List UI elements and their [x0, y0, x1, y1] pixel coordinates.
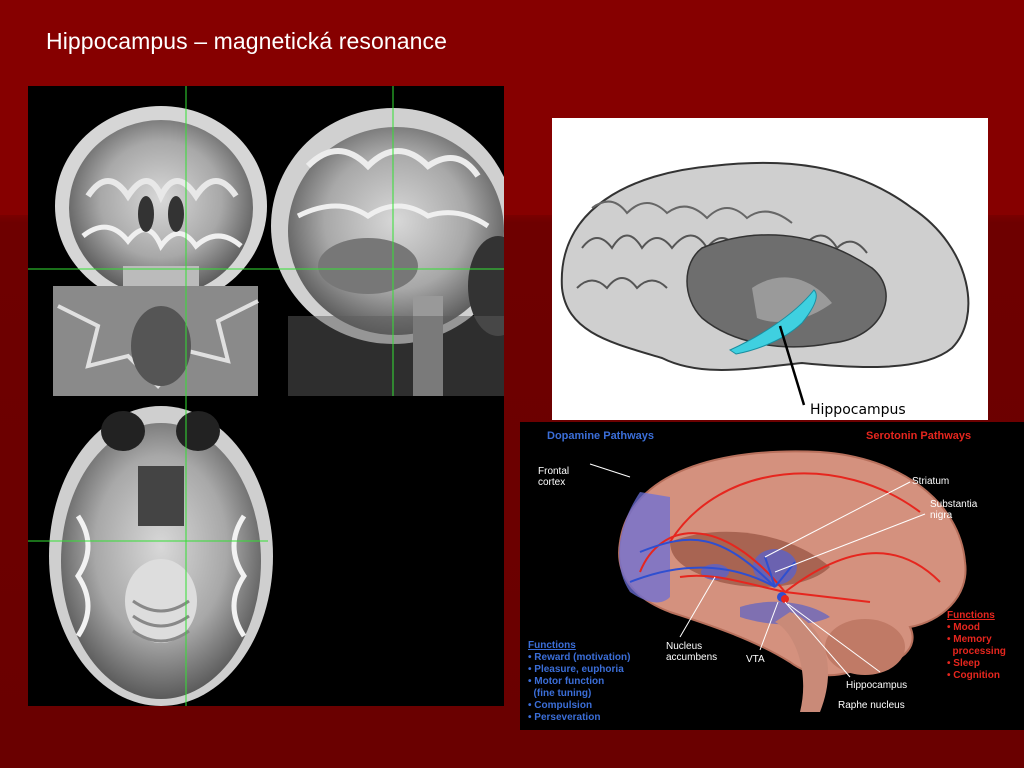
- striatum-label: Striatum: [912, 476, 950, 487]
- hippocampus-label: Hippocampus: [810, 402, 906, 418]
- dopamine-functions-list: Functions • Reward (motivation) • Pleasu…: [528, 640, 631, 723]
- raphe-nucleus-label: Raphe nucleus: [838, 700, 905, 711]
- mri-scans: [28, 86, 504, 706]
- hippocampus-pathway-label: Hippocampus: [846, 680, 908, 691]
- substantia-nigra-label: Substantia nigra: [930, 499, 978, 521]
- brain-illustration: Hippocampus: [552, 118, 988, 420]
- slide-title: Hippocampus – magnetická resonance: [46, 28, 448, 54]
- dopamine-pathways-title: Dopamine Pathways: [547, 430, 654, 442]
- serotonin-pathways-title: Serotonin Pathways: [866, 430, 972, 442]
- vta-label: VTA: [746, 654, 765, 665]
- mri-scan-panel: [28, 86, 504, 706]
- coronal-view: [53, 106, 267, 396]
- brain-drawing: Hippocampus: [560, 161, 970, 418]
- frontal-cortex-label: Frontal cortex: [538, 466, 570, 488]
- neurotransmitter-pathways-diagram: Dopamine Pathways Serotonin Pathways Fro…: [520, 422, 1024, 730]
- serotonin-functions-list: Functions • Mood • Memory processing • S…: [947, 610, 1006, 681]
- nucleus-accumbens-label: Nucleus accumbens: [666, 641, 718, 663]
- sagittal-view: [271, 108, 504, 396]
- axial-view: [49, 406, 273, 706]
